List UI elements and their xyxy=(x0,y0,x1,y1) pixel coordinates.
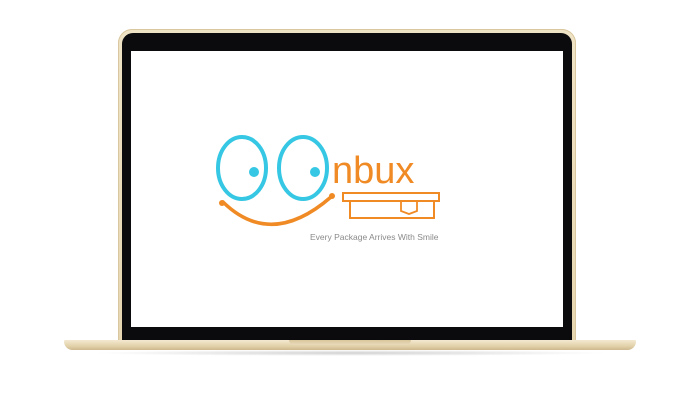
package-body xyxy=(349,200,435,219)
package-box-icon xyxy=(342,192,440,219)
cartoon-eyes-icon xyxy=(216,135,329,201)
laptop-shadow xyxy=(90,350,610,356)
smile-curve-icon xyxy=(221,195,333,226)
brand-wordmark: nbux xyxy=(332,150,414,192)
left-eye xyxy=(216,135,268,201)
brand-tagline: Every Package Arrives With Smile xyxy=(310,232,439,242)
package-lid xyxy=(342,192,440,202)
laptop-mockup: nbux Every Package Arrives With Smile xyxy=(0,0,700,400)
left-pupil xyxy=(249,167,259,177)
package-tape xyxy=(400,201,418,215)
brand-logo: nbux Every Package Arrives With Smile xyxy=(216,135,440,242)
laptop-hinge-notch xyxy=(289,340,411,345)
right-pupil xyxy=(310,167,320,177)
right-eye xyxy=(277,135,329,201)
smile-dimple-left xyxy=(219,200,225,206)
smile-dimple-right xyxy=(329,193,335,199)
laptop-screen: nbux Every Package Arrives With Smile xyxy=(131,51,563,327)
